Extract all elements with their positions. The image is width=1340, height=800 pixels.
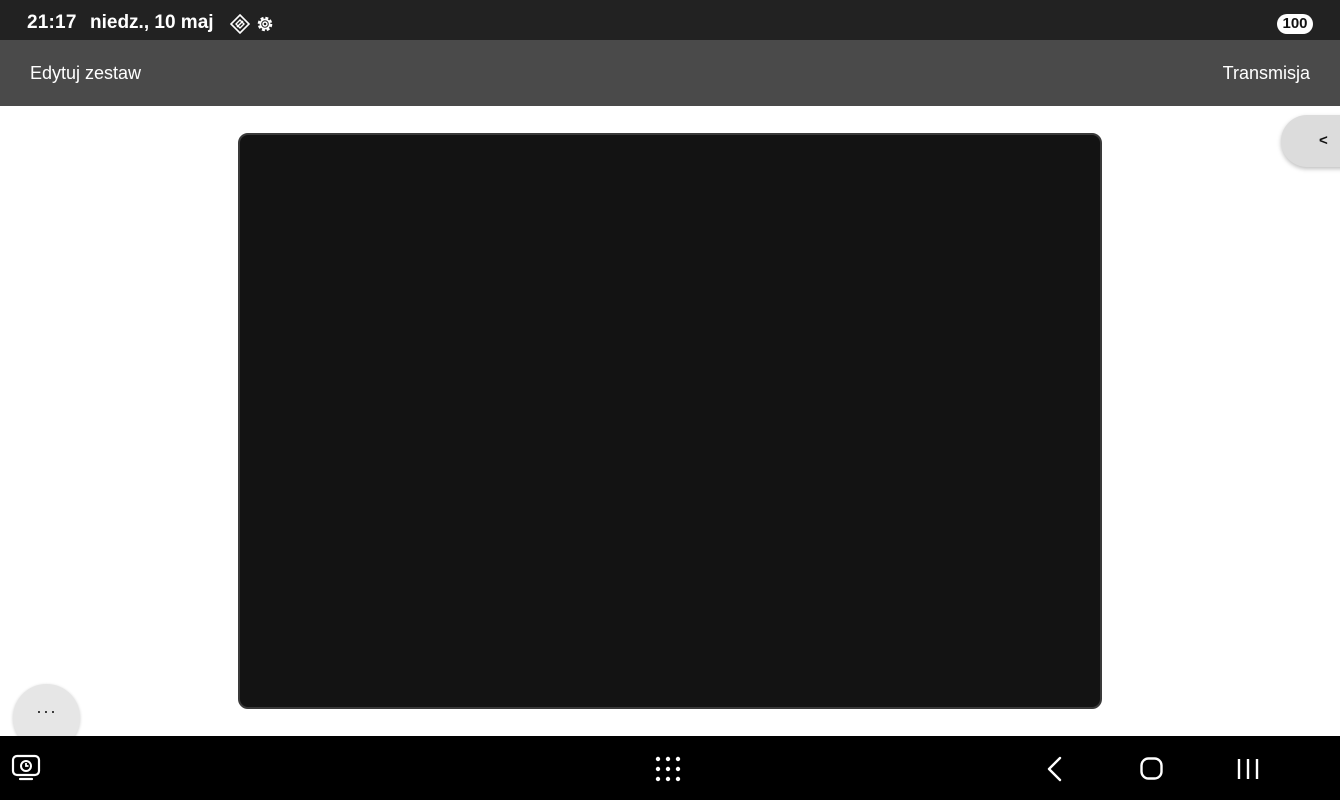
screen-recent-icon[interactable] [11,754,41,787]
preview-canvas[interactable] [238,133,1102,709]
more-options-icon: ··· [36,701,57,721]
battery-level: 100 [1277,14,1313,34]
side-panel-toggle[interactable]: < [1281,115,1340,167]
home-icon[interactable] [1140,757,1163,785]
status-date: niedz., 10 maj [90,12,214,33]
recents-icon[interactable] [1236,757,1260,786]
status-time: 21:17 [27,12,77,33]
broadcast-button[interactable]: Transmisja [1223,63,1310,84]
gear-icon [255,14,275,34]
back-icon[interactable] [1045,756,1065,787]
top-toolbar: Edytuj zestaw Transmisja [0,40,1340,106]
status-bar: 21:17 niedz., 10 maj 100 [0,0,1340,40]
apps-grid-icon[interactable] [655,756,681,787]
side-panel-toggle-label: < [1319,132,1328,149]
edit-set-button[interactable]: Edytuj zestaw [30,63,141,84]
navigation-bar [0,736,1340,800]
diamond-sync-icon [229,13,251,35]
